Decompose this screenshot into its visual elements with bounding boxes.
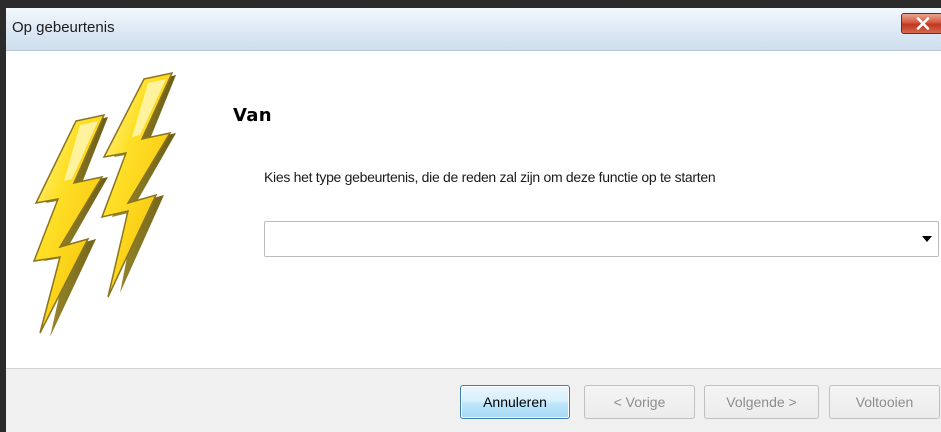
back-button[interactable]: < Vorige: [584, 385, 695, 419]
chevron-down-icon[interactable]: [922, 236, 932, 242]
button-bar: Annuleren < Vorige Volgende > Voltooien: [6, 368, 941, 432]
dialog-window: Op gebeurtenis Van Kies het type gebeurt…: [0, 0, 941, 432]
close-icon: [916, 17, 930, 30]
window-title: Op gebeurtenis: [12, 19, 115, 36]
event-type-dropdown[interactable]: [264, 221, 939, 257]
title-bar[interactable]: Op gebeurtenis: [6, 8, 941, 51]
close-button[interactable]: [901, 13, 941, 34]
instruction-text: Kies het type gebeurtenis, die de reden …: [264, 169, 716, 185]
cancel-button[interactable]: Annuleren: [460, 385, 570, 419]
lightning-bolt-icon: [24, 61, 209, 341]
next-button[interactable]: Volgende >: [704, 385, 819, 419]
wizard-content: Van Kies het type gebeurtenis, die de re…: [6, 51, 941, 361]
step-heading: Van: [233, 105, 272, 126]
finish-button[interactable]: Voltooien: [829, 385, 940, 419]
